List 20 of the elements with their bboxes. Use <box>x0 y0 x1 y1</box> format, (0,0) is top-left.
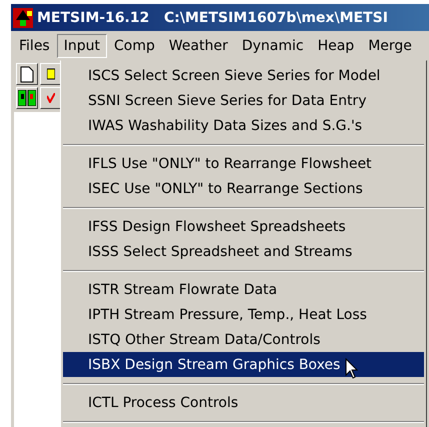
menu-option[interactable]: IFLS Use "ONLY" to Rearrange Flowsheet <box>63 151 424 176</box>
menu-option[interactable]: ISCS Select Screen Sieve Series for Model <box>63 63 424 88</box>
menu-item[interactable]: Heap <box>310 34 362 58</box>
menu-option[interactable]: ISBX Design Stream Graphics Boxes <box>63 352 424 377</box>
window-title: METSIM-16.12 C:\METSIM1607b\mex\METSI <box>37 10 388 26</box>
menu-option[interactable]: IPTH Stream Pressure, Temp., Heat Loss <box>63 302 424 327</box>
menu-option[interactable]: SSNI Screen Sieve Series for Data Entry <box>63 88 424 113</box>
menu-item[interactable]: Input <box>56 34 107 58</box>
menu-option[interactable]: ISTR Stream Flowrate Data <box>63 277 424 302</box>
menu-option[interactable]: ISSS Select Spreadsheet and Streams <box>63 239 424 264</box>
menu-option[interactable]: ICTL Process Controls <box>63 390 424 415</box>
menu-option[interactable]: ISEC Use "ONLY" to Rearrange Sections <box>63 176 424 201</box>
menu-option[interactable]: IFSS Design Flowsheet Spreadsheets <box>63 214 424 239</box>
menu-item[interactable]: Comp <box>107 34 162 58</box>
menu-option[interactable]: IWAS Washability Data Sizes and S.G.'s <box>63 113 424 138</box>
menu-option[interactable]: ISTQ Other Stream Data/Controls <box>63 327 424 352</box>
menu-item[interactable]: Files <box>12 34 57 58</box>
menu-item[interactable]: Dynamic <box>234 34 311 58</box>
menu-item[interactable]: Weather <box>162 34 235 58</box>
menu-item[interactable]: Merge <box>361 34 419 58</box>
